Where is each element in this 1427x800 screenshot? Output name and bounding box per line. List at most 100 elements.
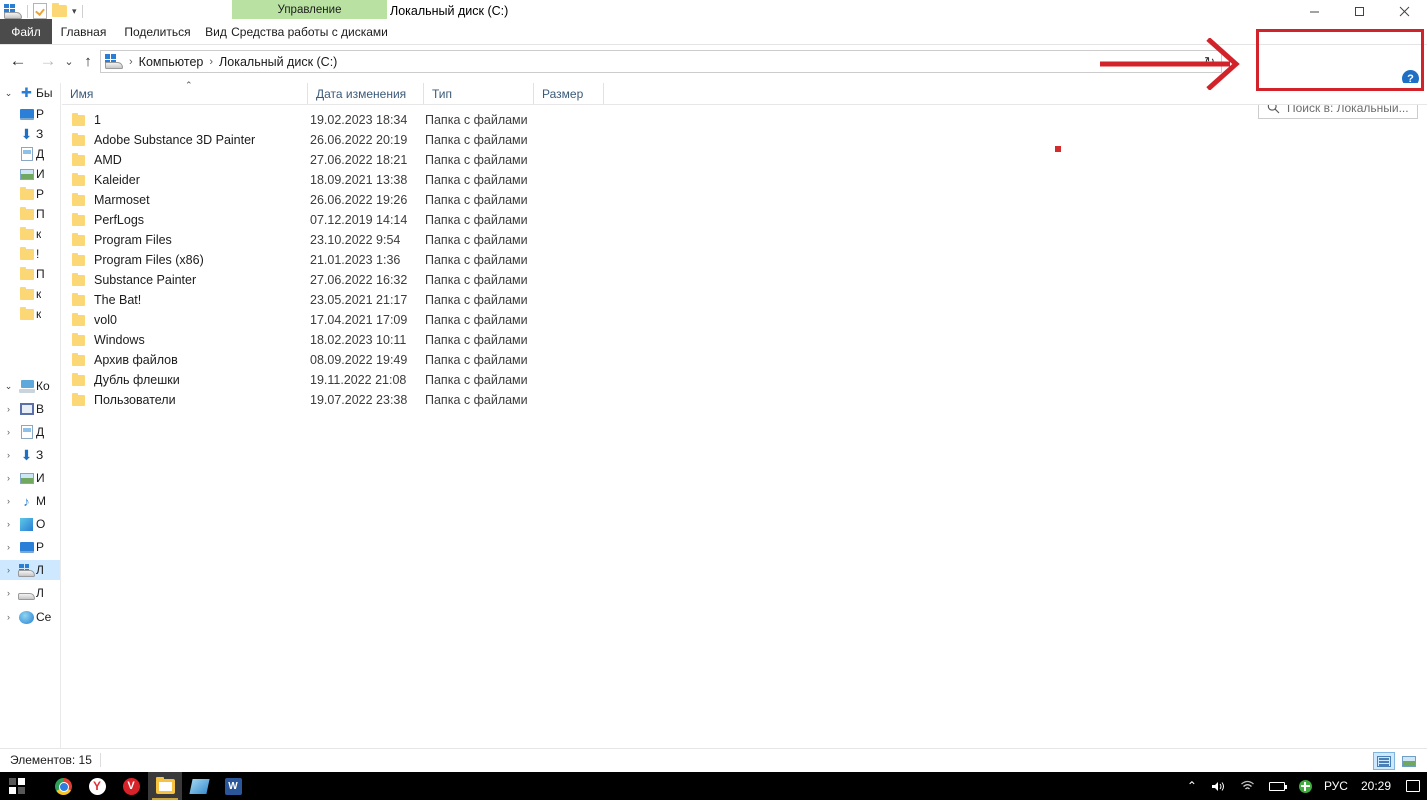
chevron-right-icon[interactable]: ›: [0, 473, 17, 483]
breadcrumb-item-computer[interactable]: Компьютер: [137, 55, 206, 69]
chevron-right-icon[interactable]: ›: [0, 588, 17, 598]
taskbar-yandex[interactable]: Y: [80, 772, 114, 800]
tab-share[interactable]: Поделиться: [115, 19, 200, 44]
sidebar-item-documents[interactable]: Д: [0, 144, 60, 164]
sidebar-item-pinned-1[interactable]: Р: [0, 184, 60, 204]
sidebar-item-pinned-2[interactable]: П: [0, 204, 60, 224]
sidebar-group-label: Ко: [36, 379, 50, 393]
sidebar-item-documents-pc[interactable]: › Д: [0, 422, 60, 442]
tray-expand-button[interactable]: ⌃: [1180, 772, 1204, 800]
table-row[interactable]: Program Files (x86) 21.01.2023 1:36 Папк…: [62, 250, 1427, 270]
sidebar-item-objects3d[interactable]: › О: [0, 514, 60, 534]
column-header-date[interactable]: Дата изменения: [308, 83, 424, 104]
table-row[interactable]: Substance Painter 27.06.2022 16:32 Папка…: [62, 270, 1427, 290]
sidebar-item-desktop[interactable]: Р: [0, 104, 60, 124]
table-row[interactable]: Windows 18.02.2023 10:11 Папка с файлами: [62, 330, 1427, 350]
breadcrumb-item-local-disk[interactable]: Локальный диск (C:): [217, 55, 339, 69]
chevron-right-icon[interactable]: ›: [0, 519, 17, 529]
chevron-right-icon[interactable]: ›: [0, 427, 17, 437]
sidebar-item-pinned-4[interactable]: !: [0, 244, 60, 264]
recent-locations-button[interactable]: ⌄: [60, 46, 78, 76]
up-button[interactable]: ↑: [78, 46, 98, 76]
tab-home[interactable]: Главная: [52, 19, 115, 44]
file-type: Папка с файлами: [425, 233, 528, 247]
chevron-right-icon[interactable]: ›: [0, 612, 17, 622]
sidebar-item-music[interactable]: › ♪ М: [0, 491, 60, 511]
column-header-size[interactable]: Размер: [534, 83, 604, 104]
wifi-icon[interactable]: [1233, 772, 1262, 800]
breadcrumb-dropdown-icon[interactable]: ⌄: [1187, 56, 1195, 67]
file-type: Папка с файлами: [425, 313, 528, 327]
start-button[interactable]: [0, 772, 34, 800]
breadcrumb-separator-0[interactable]: ›: [125, 56, 137, 68]
sidebar-item-pinned-6[interactable]: к: [0, 284, 60, 304]
chevron-right-icon[interactable]: ›: [0, 565, 17, 575]
table-row[interactable]: Дубль флешки 19.11.2022 21:08 Папка с фа…: [62, 370, 1427, 390]
tab-file[interactable]: Файл: [0, 19, 52, 44]
address-bar: ← → ⌄ ↑ › Компьютер › Локальный диск (C:…: [0, 46, 1427, 119]
table-row[interactable]: PerfLogs 07.12.2019 14:14 Папка с файлам…: [62, 210, 1427, 230]
green-plus-icon[interactable]: [1292, 772, 1319, 800]
sidebar-item-disk-2[interactable]: › Л: [0, 583, 60, 603]
sidebar-item-label: !: [36, 247, 40, 261]
tab-drive-tools[interactable]: Средства работы с дисками: [231, 19, 388, 44]
table-row[interactable]: Архив файлов 08.09.2022 19:49 Папка с фа…: [62, 350, 1427, 370]
volume-icon[interactable]: [1204, 772, 1233, 800]
desktop-icon: [17, 541, 36, 553]
column-header-type[interactable]: Тип: [424, 83, 534, 104]
chevron-down-icon[interactable]: ⌄: [0, 88, 17, 99]
taskbar-app[interactable]: [182, 772, 216, 800]
language-indicator[interactable]: РУС: [1319, 779, 1353, 793]
chevron-right-icon[interactable]: ›: [0, 496, 17, 506]
taskbar-vivaldi[interactable]: V: [114, 772, 148, 800]
chevron-right-icon[interactable]: ›: [0, 542, 17, 552]
file-date: 08.09.2022 19:49: [310, 353, 408, 367]
file-type: Папка с файлами: [425, 353, 528, 367]
details-view-button[interactable]: [1373, 752, 1395, 770]
forward-button[interactable]: →: [36, 46, 60, 76]
sidebar-group-computer[interactable]: ⌄ Ко: [0, 376, 60, 396]
table-row[interactable]: Пользователи 19.07.2022 23:38 Папка с фа…: [62, 390, 1427, 410]
chevron-right-icon[interactable]: ›: [0, 450, 17, 460]
table-row[interactable]: The Bat! 23.05.2021 21:17 Папка с файлам…: [62, 290, 1427, 310]
large-icons-view-button[interactable]: [1398, 752, 1420, 770]
column-headers: Имя ⌃ Дата изменения Тип Размер: [62, 80, 1427, 104]
notification-icon[interactable]: [1399, 772, 1427, 800]
sidebar-item-pictures-pc[interactable]: › И: [0, 468, 60, 488]
table-row[interactable]: vol0 17.04.2021 17:09 Папка с файлами: [62, 310, 1427, 330]
sort-indicator-icon: ⌃: [185, 80, 193, 90]
chevron-right-icon[interactable]: ›: [0, 404, 17, 414]
sidebar-item-downloads-pc[interactable]: › ⬇ З: [0, 445, 60, 465]
breadcrumb-separator-1[interactable]: ›: [205, 56, 217, 68]
battery-icon[interactable]: [1262, 772, 1292, 800]
table-row[interactable]: Kaleider 18.09.2021 13:38 Папка с файлам…: [62, 170, 1427, 190]
clock[interactable]: 20:29: [1353, 779, 1399, 793]
table-row[interactable]: Program Files 23.10.2022 9:54 Папка с фа…: [62, 230, 1427, 250]
breadcrumb[interactable]: › Компьютер › Локальный диск (C:) ⌄ ↻: [100, 50, 1222, 73]
chevron-down-icon[interactable]: ⌄: [0, 381, 17, 392]
taskbar-explorer[interactable]: [148, 772, 182, 800]
sidebar-item-pinned-7[interactable]: к: [0, 304, 60, 324]
sidebar-item-pinned-5[interactable]: П: [0, 264, 60, 284]
file-type: Папка с файлами: [425, 113, 528, 127]
sidebar-item-pinned-3[interactable]: к: [0, 224, 60, 244]
back-button[interactable]: ←: [6, 46, 30, 76]
refresh-icon[interactable]: ↻: [1204, 54, 1215, 70]
table-row[interactable]: AMD 27.06.2022 18:21 Папка с файлами: [62, 150, 1427, 170]
sidebar-group-quick-access[interactable]: ⌄ ✚ Бы: [0, 83, 60, 103]
navigation-pane[interactable]: ⌄ ✚ Бы Р ⬇ З Д И Р П к ! П к к ⌄ Ко › В …: [0, 83, 61, 748]
sidebar-item-local-disk-c[interactable]: › Л: [0, 560, 60, 580]
sidebar-item-video[interactable]: › В: [0, 399, 60, 419]
table-row[interactable]: Adobe Substance 3D Painter 26.06.2022 20…: [62, 130, 1427, 150]
taskbar-word[interactable]: W: [216, 772, 250, 800]
taskbar-chrome[interactable]: [46, 772, 80, 800]
table-row[interactable]: 1 19.02.2023 18:34 Папка с файлами: [62, 110, 1427, 130]
sidebar-item-desktop-pc[interactable]: › Р: [0, 537, 60, 557]
sidebar-item-downloads[interactable]: ⬇ З: [0, 124, 60, 144]
sidebar-item-pictures[interactable]: И: [0, 164, 60, 184]
file-list[interactable]: 1 19.02.2023 18:34 Папка с файлами Adobe…: [62, 110, 1427, 748]
tab-view[interactable]: Вид: [200, 19, 232, 44]
sidebar-group-network[interactable]: › Се: [0, 607, 60, 627]
sidebar-item-label: Р: [36, 187, 45, 201]
table-row[interactable]: Marmoset 26.06.2022 19:26 Папка с файлам…: [62, 190, 1427, 210]
